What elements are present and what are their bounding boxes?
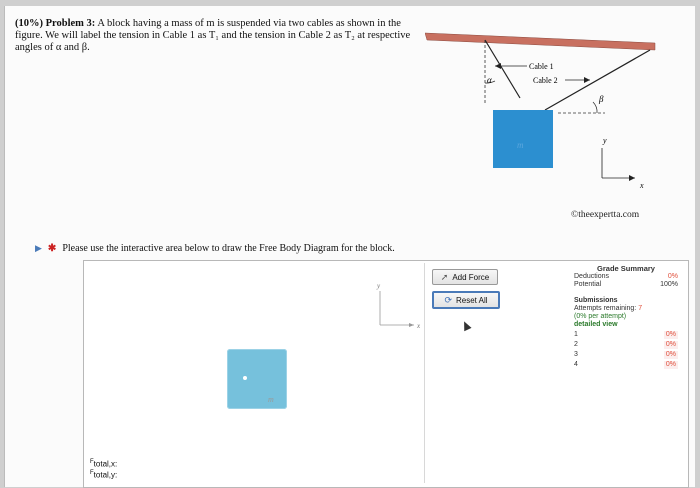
fbd-block-label: m — [268, 395, 274, 404]
hanging-block — [493, 110, 553, 168]
beta-label: β — [598, 94, 604, 104]
deductions-row: Deductions 0% — [574, 273, 678, 280]
per-attempt-note: (0% per attempt) — [574, 313, 627, 320]
figure-x-label: x — [639, 181, 644, 190]
fbd-x-label: x — [416, 322, 421, 330]
attempts-remaining: Attempts remaining: 7 — [574, 305, 643, 312]
attempt-row: 3 0% — [574, 351, 678, 359]
figure-credit: ©theexpertta.com — [571, 210, 640, 220]
figure-y-label: y — [602, 136, 607, 145]
grade-summary-title: Grade Summary — [597, 264, 655, 273]
alpha-label: α — [487, 75, 492, 85]
fbd-axes: y x — [376, 283, 421, 330]
cable1-label: Cable 1 — [529, 62, 554, 71]
arrow-icon: ➚ — [440, 271, 449, 282]
fbd-block[interactable] — [227, 349, 287, 409]
fbd-totals: Ftotal,x: Ftotal,y: — [90, 458, 117, 479]
detailed-view-link[interactable]: detailed view — [574, 321, 678, 329]
reset-all-button[interactable]: ⟳ Reset All — [432, 291, 500, 309]
problem-figure: m Cable 1 Cable 2 α β y x — [425, 32, 656, 190]
problem-statement: (10%) Problem 3: A block having a mass o… — [15, 18, 415, 54]
block-mass-label: m — [517, 140, 524, 150]
instruction-text: Please use the interactive area below to… — [62, 243, 395, 254]
reset-all-label: Reset All — [455, 295, 488, 305]
attempt-list: 1 0% 2 0% 3 0% 4 0% — [574, 331, 678, 369]
refresh-icon: ⟳ — [444, 294, 452, 305]
fbd-block-center-dot — [243, 376, 247, 380]
ceiling — [425, 32, 656, 51]
cable2-label: Cable 2 — [533, 76, 558, 85]
cable-1 — [484, 39, 521, 99]
mouse-cursor-icon — [460, 319, 472, 332]
grade-summary: Grade Summary Deductions 0% Potential 10… — [574, 265, 678, 369]
potential-row: Potential 100% — [574, 281, 678, 288]
add-force-label: Add Force — [452, 272, 490, 282]
fbd-y-label: y — [376, 283, 381, 290]
asterisk-icon: ✱ — [47, 243, 57, 254]
expand-arrow-icon[interactable]: ▶ — [35, 243, 42, 254]
attempt-row: 4 0% — [574, 361, 678, 369]
beta-arc — [592, 101, 598, 114]
attempt-row: 1 0% — [574, 331, 678, 339]
fbd-canvas[interactable]: y x m Ftotal,x: Ftotal,y: — [86, 263, 425, 483]
problem-heading: (10%) Problem 3: — [15, 18, 96, 29]
cable-2 — [544, 49, 651, 111]
fbd-panel: y x m Ftotal,x: Ftotal,y: ➚ Add Force ⟳ … — [83, 260, 689, 488]
submissions-heading: Submissions — [574, 297, 618, 304]
total-y-line: Ftotal,y: — [90, 469, 118, 480]
attempt-row: 2 0% — [574, 341, 678, 349]
add-force-button[interactable]: ➚ Add Force — [432, 269, 498, 285]
instruction-line: ▶ ✱ Please use the interactive area belo… — [35, 243, 395, 254]
problem-sheet: (10%) Problem 3: A block having a mass o… — [4, 6, 695, 488]
total-x-line: Ftotal,x: — [90, 459, 118, 469]
